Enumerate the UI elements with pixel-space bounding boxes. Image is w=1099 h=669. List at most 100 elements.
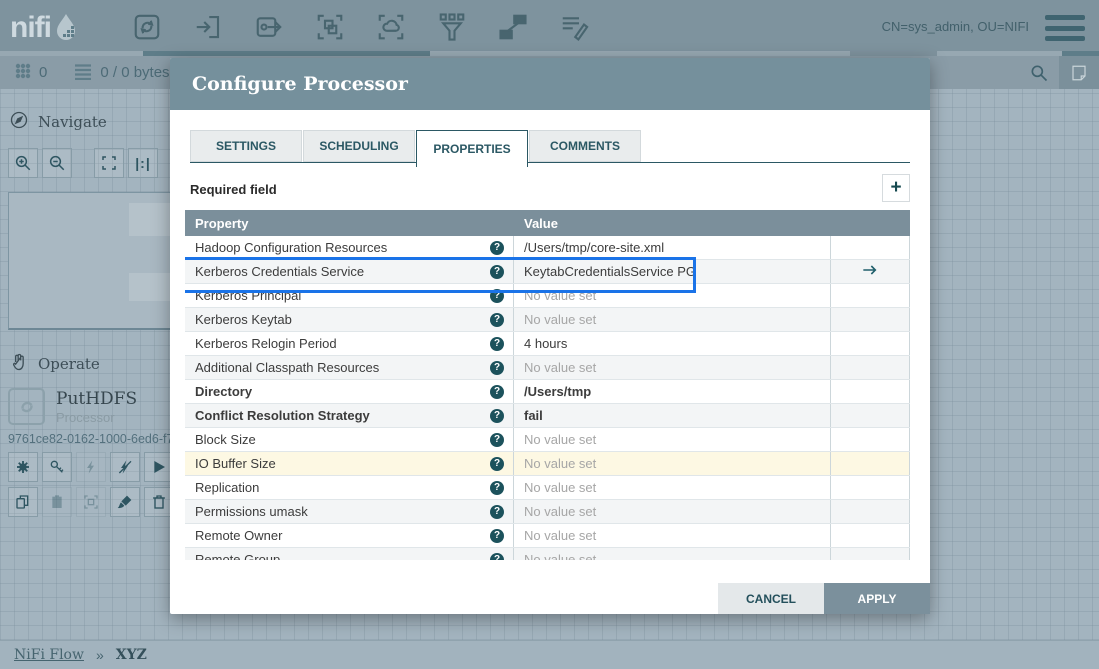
- property-row: Additional Classpath Resources ? No valu…: [185, 356, 910, 380]
- help-question-icon[interactable]: ?: [490, 408, 504, 423]
- property-row: Replication ? No value set: [185, 476, 910, 500]
- property-value[interactable]: No value set: [514, 524, 831, 547]
- queued-icon: [73, 62, 93, 84]
- property-name: Hadoop Configuration Resources: [195, 240, 388, 255]
- component-id: 9761ce82-0162-1000-6ed6-f79: [8, 432, 180, 446]
- property-row: Remote Group ? No value set: [185, 548, 910, 560]
- change-color-brush-icon[interactable]: [110, 487, 140, 517]
- birdseye-minimap[interactable]: [8, 192, 177, 330]
- help-question-icon[interactable]: ?: [490, 240, 504, 255]
- property-name: Block Size: [195, 432, 256, 447]
- property-name: Kerberos Relogin Period: [195, 336, 337, 351]
- zoom-actual-size-button[interactable]: |:|: [128, 148, 158, 178]
- goto-service-arrow-icon[interactable]: [862, 263, 878, 280]
- properties-table: Property Value Hadoop Configuration Reso…: [185, 210, 910, 560]
- enable-bolt-icon: [76, 452, 106, 482]
- add-property-button[interactable]: +: [882, 174, 910, 202]
- property-row: Conflict Resolution Strategy ? fail: [185, 404, 910, 428]
- property-value[interactable]: /Users/tmp/core-site.xml: [514, 236, 831, 259]
- help-question-icon[interactable]: ?: [490, 432, 504, 447]
- help-question-icon[interactable]: ?: [490, 504, 504, 519]
- tab-properties[interactable]: PROPERTIES: [416, 130, 528, 167]
- disable-bolt-slash-icon[interactable]: [110, 452, 140, 482]
- breadcrumb-root-link[interactable]: NiFi Flow: [14, 647, 84, 663]
- property-value[interactable]: No value set: [514, 500, 831, 523]
- dialog-tabs: SETTINGS SCHEDULING PROPERTIES COMMENTS: [190, 130, 910, 167]
- property-name: Directory: [195, 384, 253, 399]
- birdseye-note-icon[interactable]: [1059, 56, 1099, 89]
- configure-processor-dialog: Configure Processor SETTINGS SCHEDULING PR…: [170, 58, 930, 614]
- property-value[interactable]: 4 hours: [514, 332, 831, 355]
- process-group-icon[interactable]: [313, 10, 347, 44]
- configure-gear-icon[interactable]: [8, 452, 38, 482]
- property-value[interactable]: No value set: [514, 476, 831, 499]
- property-row: Block Size ? No value set: [185, 428, 910, 452]
- tab-scheduling[interactable]: SCHEDULING: [303, 130, 415, 162]
- actual-size-icon: |:|: [135, 155, 151, 171]
- label-icon[interactable]: [557, 10, 591, 44]
- component-toolbar: [130, 10, 591, 44]
- property-name: Permissions umask: [195, 504, 308, 519]
- apply-button[interactable]: APPLY: [824, 583, 930, 614]
- cancel-button[interactable]: CANCEL: [718, 583, 824, 614]
- help-question-icon[interactable]: ?: [490, 528, 504, 543]
- zoom-fit-button[interactable]: [94, 148, 124, 178]
- help-question-icon[interactable]: ?: [490, 480, 504, 495]
- output-port-icon[interactable]: [252, 10, 286, 44]
- property-value[interactable]: No value set: [514, 356, 831, 379]
- active-threads-count: 0: [39, 64, 48, 81]
- compass-icon: [9, 110, 29, 134]
- tab-comments[interactable]: COMMENTS: [529, 130, 641, 162]
- property-name: Kerberos Keytab: [195, 312, 292, 327]
- help-question-icon[interactable]: ?: [490, 552, 504, 560]
- property-name: IO Buffer Size: [195, 456, 276, 471]
- tab-settings[interactable]: SETTINGS: [190, 130, 302, 162]
- help-question-icon[interactable]: ?: [490, 456, 504, 471]
- property-value[interactable]: No value set: [514, 428, 831, 451]
- property-column-header: Property: [195, 215, 249, 231]
- property-name: Additional Classpath Resources: [195, 360, 380, 375]
- input-port-icon[interactable]: [191, 10, 225, 44]
- properties-rows: Hadoop Configuration Resources ? /Users/…: [185, 236, 910, 560]
- help-question-icon[interactable]: ?: [490, 336, 504, 351]
- search-icon[interactable]: [1019, 56, 1059, 89]
- copy-icon[interactable]: [8, 487, 38, 517]
- access-policies-key-icon[interactable]: [42, 452, 72, 482]
- component-name: PutHDFS: [56, 389, 138, 409]
- remote-process-group-icon[interactable]: [374, 10, 408, 44]
- property-value[interactable]: /Users/tmp: [514, 380, 831, 403]
- component-type: Processor: [56, 410, 115, 425]
- help-question-icon[interactable]: ?: [490, 384, 504, 399]
- template-icon[interactable]: [496, 10, 530, 44]
- group-selection-icon: [76, 487, 106, 517]
- paste-icon: [42, 487, 72, 517]
- zoom-in-button[interactable]: [8, 148, 38, 178]
- property-value[interactable]: No value set: [514, 308, 831, 331]
- property-name: Replication: [195, 480, 260, 495]
- property-name: Remote Group: [195, 552, 281, 560]
- processor-icon[interactable]: [130, 10, 164, 44]
- navigate-panel-title: Navigate: [38, 113, 107, 131]
- operate-panel: Operate PutHDFS Processor 9761ce82-0162-…: [0, 352, 180, 517]
- property-value[interactable]: KeytabCredentialsService PG: [514, 260, 831, 283]
- help-question-icon[interactable]: ?: [490, 360, 504, 375]
- property-row: Directory ? /Users/tmp: [185, 380, 910, 404]
- processor-stamp-icon: [8, 388, 45, 425]
- zoom-out-button[interactable]: [42, 148, 72, 178]
- property-row: Hadoop Configuration Resources ? /Users/…: [185, 236, 910, 260]
- property-value[interactable]: No value set: [514, 284, 831, 307]
- property-row: Kerberos Keytab ? No value set: [185, 308, 910, 332]
- help-question-icon[interactable]: ?: [490, 264, 504, 279]
- property-value[interactable]: No value set: [514, 452, 831, 475]
- operate-panel-title: Operate: [38, 355, 100, 373]
- funnel-icon[interactable]: [435, 10, 469, 44]
- breadcrumb-current: XYZ: [115, 647, 147, 663]
- property-value[interactable]: fail: [514, 404, 831, 427]
- help-question-icon[interactable]: ?: [490, 288, 504, 303]
- breadcrumb: NiFi Flow » XYZ: [0, 640, 1099, 669]
- help-question-icon[interactable]: ?: [490, 312, 504, 327]
- property-value[interactable]: No value set: [514, 548, 831, 560]
- global-menu-icon[interactable]: [1045, 15, 1085, 41]
- property-name: Kerberos Credentials Service: [195, 264, 365, 279]
- nifi-drop-icon: [53, 12, 79, 47]
